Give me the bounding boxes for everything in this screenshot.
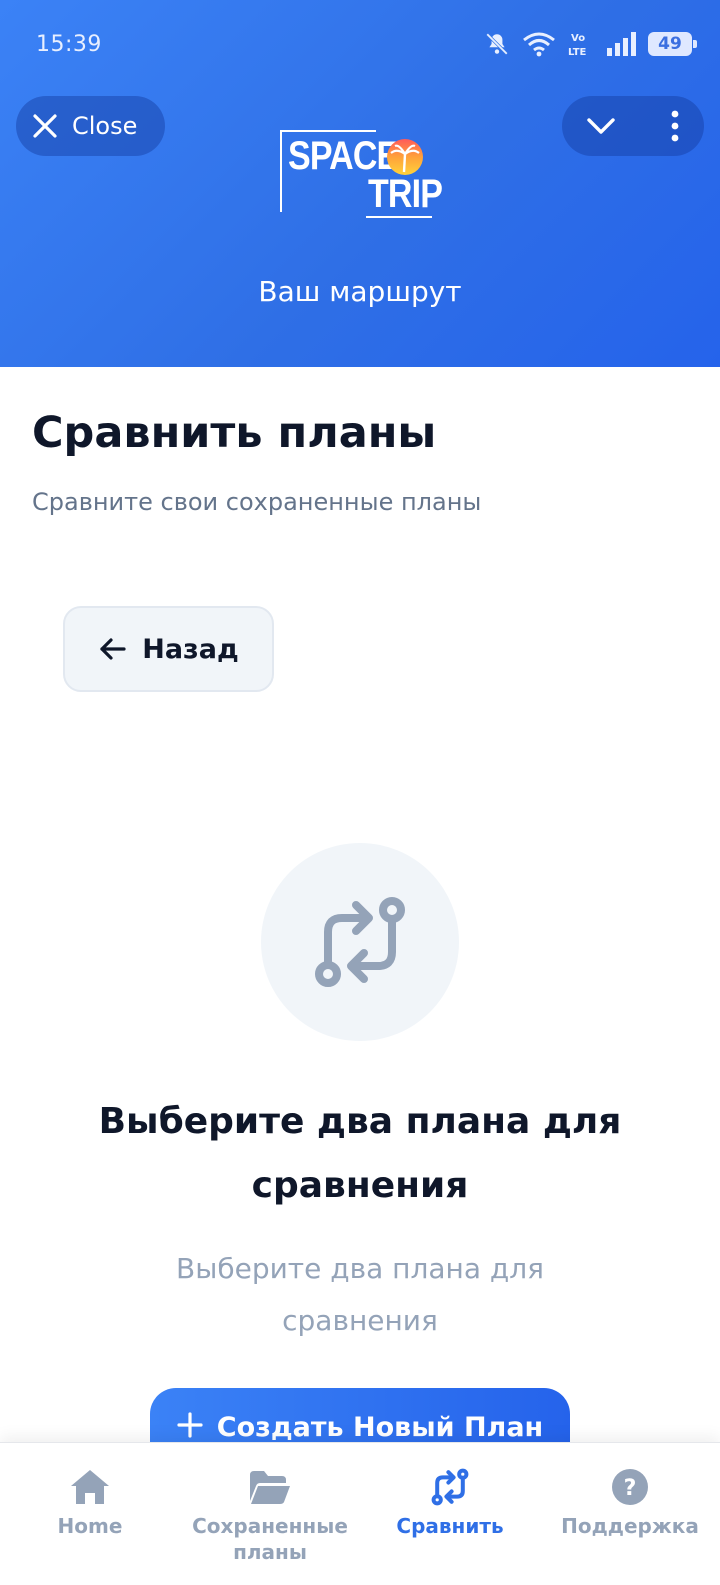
palm-sun-icon bbox=[387, 139, 423, 175]
wifi-icon bbox=[523, 32, 555, 57]
status-icons: Vo LTE 49 bbox=[484, 30, 697, 58]
nav-item-saved-plans[interactable]: Сохраненные планы bbox=[180, 1443, 360, 1585]
status-time: 15:39 bbox=[36, 32, 102, 57]
signal-icon bbox=[607, 32, 636, 56]
chevron-down-icon[interactable] bbox=[586, 116, 616, 136]
close-icon bbox=[33, 114, 57, 138]
empty-state-title: Выберите два плана для сравнения bbox=[98, 1101, 622, 1206]
battery-level: 49 bbox=[658, 34, 682, 54]
home-icon bbox=[71, 1470, 109, 1504]
app-header: 15:39 Vo LTE 49 Close SPACE TRIP Ваш мар… bbox=[0, 0, 720, 367]
arrow-left-icon bbox=[100, 638, 126, 660]
page-subtitle: Сравните свои сохраненные планы bbox=[32, 488, 482, 516]
create-plan-label: Создать Новый План bbox=[216, 1412, 544, 1443]
compare-icon bbox=[315, 897, 405, 987]
logo-text-line2: TRIP bbox=[368, 172, 443, 216]
header-title: Ваш маршрут bbox=[258, 275, 462, 308]
more-vertical-icon[interactable] bbox=[670, 110, 680, 142]
nav-item-compare[interactable]: Сравнить bbox=[360, 1443, 540, 1585]
back-label: Назад bbox=[142, 633, 239, 665]
help-icon: ? bbox=[612, 1469, 648, 1505]
plus-icon bbox=[177, 1412, 203, 1438]
back-button[interactable]: Назад bbox=[63, 606, 274, 692]
compare-icon bbox=[431, 1468, 469, 1506]
bottom-nav: Home Сохраненные планы Сравнить ? Поддер… bbox=[0, 1442, 720, 1585]
volte-icon: Vo LTE bbox=[568, 33, 587, 58]
space-trip-logo: SPACE TRIP bbox=[280, 130, 443, 220]
page-title: Сравнить планы bbox=[32, 408, 437, 458]
svg-text:?: ? bbox=[624, 1476, 637, 1501]
status-bar: 15:39 Vo LTE 49 bbox=[0, 0, 720, 90]
empty-state-illustration bbox=[261, 843, 459, 1041]
svg-text:Vo: Vo bbox=[571, 33, 585, 44]
nav-label-compare: Сравнить bbox=[396, 1514, 504, 1538]
mute-icon bbox=[486, 33, 508, 55]
header-menu-group bbox=[562, 96, 704, 156]
nav-label-home: Home bbox=[57, 1514, 123, 1538]
nav-item-home[interactable]: Home bbox=[0, 1443, 180, 1585]
battery-icon: 49 bbox=[648, 32, 697, 56]
nav-label-support: Поддержка bbox=[561, 1514, 699, 1538]
empty-state-subtitle: Выберите два плана для сравнения bbox=[176, 1252, 544, 1337]
nav-label-saved-plans: Сохраненные планы bbox=[192, 1514, 348, 1564]
close-label: Close bbox=[72, 112, 138, 140]
close-button[interactable]: Close bbox=[16, 96, 165, 156]
nav-item-support[interactable]: ? Поддержка bbox=[540, 1443, 720, 1585]
folder-icon bbox=[250, 1471, 290, 1504]
svg-text:LTE: LTE bbox=[568, 47, 587, 58]
